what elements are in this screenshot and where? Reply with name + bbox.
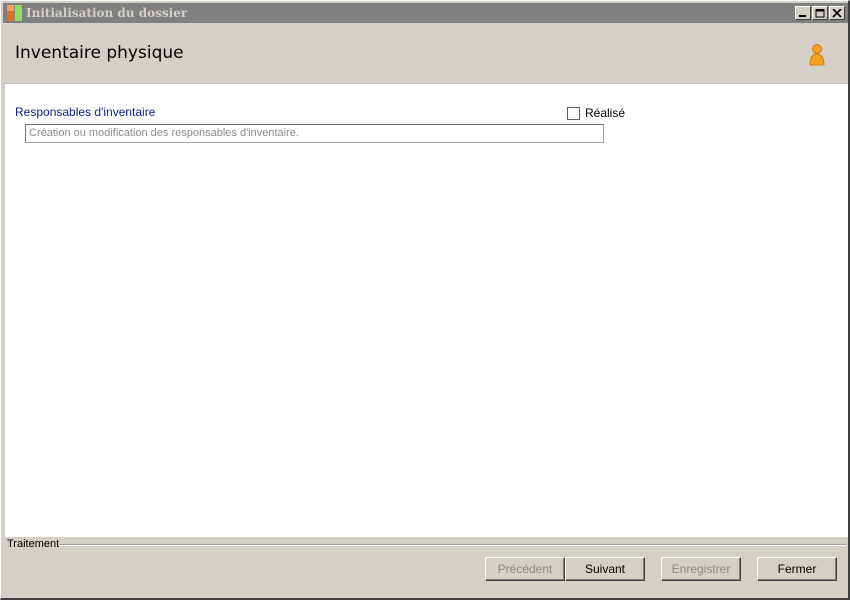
previous-button[interactable]: Précédent — [485, 557, 565, 581]
page-title: Inventaire physique — [15, 43, 184, 63]
group-divider — [59, 544, 846, 546]
window-controls — [795, 6, 845, 20]
title-bar[interactable]: Initialisation du dossier — [3, 3, 848, 23]
next-button[interactable]: Suivant — [565, 557, 645, 581]
minimize-icon — [799, 15, 806, 17]
maximize-icon — [815, 9, 825, 18]
description-field[interactable]: Création ou modification des responsable… — [25, 124, 604, 143]
app-window: Initialisation du dossier Inventaire phy… — [0, 0, 850, 600]
user-icon — [808, 43, 826, 67]
done-checkbox-group[interactable]: Réalisé — [567, 106, 625, 120]
maximize-button[interactable] — [812, 6, 828, 20]
done-checkbox[interactable] — [567, 106, 580, 120]
content-panel: Responsables d'inventaire Création ou mo… — [5, 84, 848, 537]
footer-panel: Traitement Précédent Suivant Enregistrer… — [3, 537, 848, 597]
section-label: Responsables d'inventaire — [15, 105, 156, 119]
page-header: Inventaire physique — [3, 23, 848, 84]
window-title: Initialisation du dossier — [26, 6, 188, 20]
close-window-button[interactable] — [829, 6, 845, 20]
group-label: Traitement — [7, 538, 60, 550]
app-icon — [6, 4, 24, 22]
close-icon — [832, 9, 842, 18]
minimize-button[interactable] — [795, 6, 811, 20]
close-button[interactable]: Fermer — [757, 557, 837, 581]
done-checkbox-label[interactable]: Réalisé — [585, 106, 625, 120]
save-button[interactable]: Enregistrer — [661, 557, 741, 581]
